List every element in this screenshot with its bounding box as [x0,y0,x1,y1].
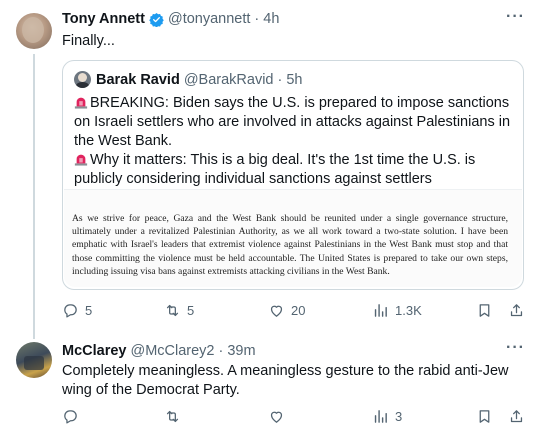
tweet-actions: 5 5 20 1.3K [62,302,524,322]
repost-button[interactable]: 5 [164,302,194,319]
like-button[interactable]: 20 [268,302,305,319]
thread-line [33,54,35,339]
bookmark-icon [479,304,490,317]
tweet-header: Tony Annett @tonyannett · 4h [62,11,279,27]
quoted-timestamp: · 5h [277,72,303,88]
quoted-line-2: Why it matters: This is a big deal. It's… [74,152,476,187]
quoted-line-1: BREAKING: Biden says the U.S. is prepare… [74,95,511,149]
tweet-text: Finally... [62,33,115,49]
like-icon [270,411,283,423]
avatar-mcclarey[interactable] [16,342,52,378]
bookmark-button[interactable] [476,302,493,319]
views-icon [374,410,387,423]
avatar-tony-annett[interactable] [16,13,52,49]
display-name[interactable]: McClarey [62,343,126,359]
quoted-avatar [74,71,91,88]
document-text: As we strive for peace, Gaza and the Wes… [72,213,508,277]
views-icon [374,304,387,317]
repost-count: 5 [187,303,195,318]
more-icon[interactable]: ··· [506,8,525,26]
tweet-header: McClarey @McClarey2 · 39m [62,343,256,359]
share-icon [510,410,523,423]
share-button[interactable] [508,302,525,319]
reply-button[interactable]: 5 [62,302,92,319]
tweet-actions: 3 [62,408,524,428]
views-button[interactable]: 1.3K [372,302,422,319]
tweet-mcclarey[interactable]: McClarey @McClarey2 · 39m ··· Completely… [0,330,535,441]
repost-icon [166,304,179,317]
handle[interactable]: @tonyannett [168,11,250,27]
repost-button[interactable] [164,408,181,425]
views-count: 1.3K [395,303,422,318]
reply-button[interactable] [62,408,79,425]
reply-icon [64,410,77,424]
verified-icon [149,12,164,27]
tweet-text: Completely meaningless. A meaningless ge… [62,363,509,398]
timestamp[interactable]: · 39m [219,343,256,359]
views-count: 3 [395,409,403,424]
tweet-tony-annett[interactable]: Tony Annett @tonyannett · 4h ··· Finally… [0,0,535,339]
share-button[interactable] [508,408,525,425]
like-icon [270,305,283,317]
quoted-display-name: Barak Ravid [96,72,180,88]
quoted-text: BREAKING: Biden says the U.S. is prepare… [74,94,514,189]
bookmark-icon [479,410,490,423]
bookmark-button[interactable] [476,408,493,425]
like-count: 20 [291,303,306,318]
reply-icon [64,304,77,318]
handle[interactable]: @McClarey2 [130,343,214,359]
repost-icon [166,410,179,423]
like-button[interactable] [268,408,285,425]
display-name[interactable]: Tony Annett [62,11,145,27]
quoted-document-image[interactable]: As we strive for peace, Gaza and the Wes… [64,189,522,287]
siren-icon [74,154,88,166]
share-icon [510,304,523,317]
siren-icon [74,97,88,109]
more-icon[interactable]: ··· [506,339,525,357]
quoted-handle: @BarakRavid [183,72,274,88]
quoted-header: Barak Ravid @BarakRavid · 5h [96,72,303,88]
quoted-tweet[interactable]: Barak Ravid @BarakRavid · 5h BREAKING: B… [62,60,524,290]
timestamp[interactable]: · 4h [254,11,279,27]
reply-count: 5 [85,303,93,318]
views-button[interactable]: 3 [372,408,402,425]
